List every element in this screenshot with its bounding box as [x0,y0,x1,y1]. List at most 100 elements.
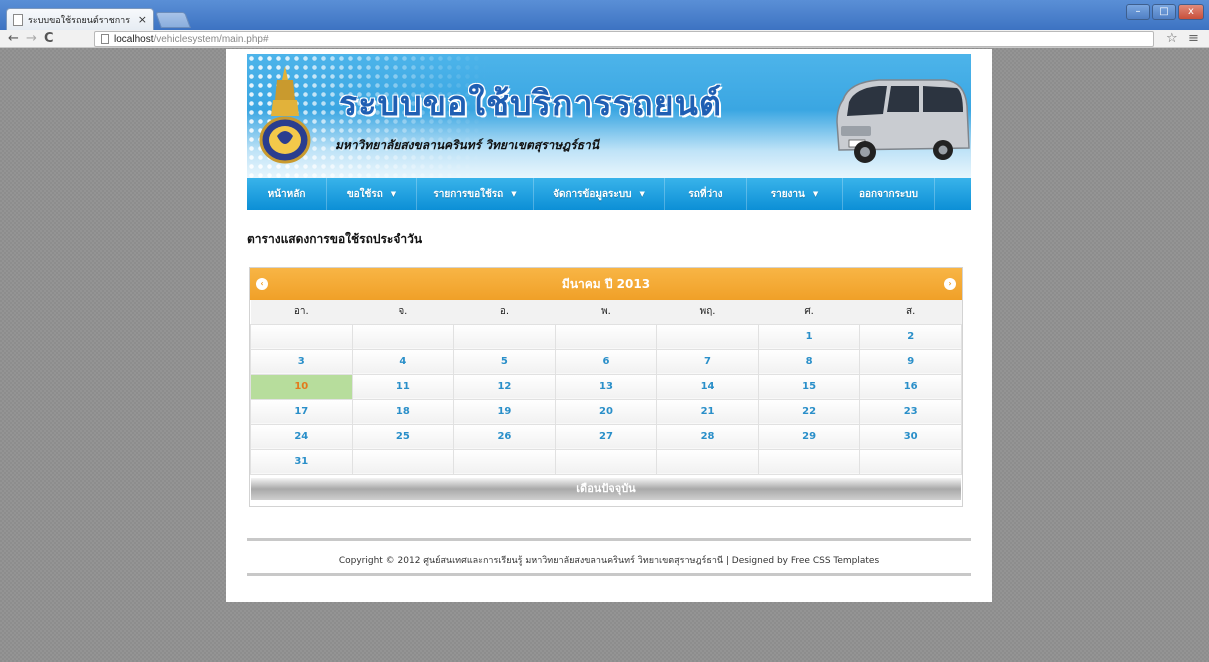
tab-title: ระบบขอใช้รถยนต์ราชการ มหา [28,14,133,25]
menu-reports[interactable]: รายงาน ▼ [747,178,843,210]
calendar-empty-cell [554,448,658,475]
footer-copyright: Copyright © 2012 ศูนย์สนเทศและการเรียนรู… [338,556,880,566]
calendar-day[interactable]: 14 [656,373,759,400]
banner-subtitle: มหาวิทยาลัยสงขลานครินทร์ วิทยาเขตสุราษฎร… [335,138,599,152]
url-host: localhost [114,33,154,45]
main-menu: หน้าหลัก ขอใช้รถ ▼ รายการขอใช้รถ ▼ จัดกา… [247,178,971,210]
calendar-day[interactable]: 22 [757,398,861,425]
calendar-empty-cell [757,448,861,475]
calendar-week-row: 3456789 [250,348,962,375]
section-title: ตารางแสดงการขอใช้รถประจำวัน [247,232,423,246]
calendar-day[interactable]: 31 [250,448,353,475]
window-close-button[interactable]: x [1178,4,1204,20]
calendar-day[interactable]: 30 [859,423,962,450]
minimize-button[interactable]: – [1126,4,1150,20]
calendar-day[interactable]: 9 [859,348,962,375]
forward-icon[interactable]: → [26,31,37,47]
weekday-header: ศ. [758,300,860,325]
menu-label: รายงาน [770,188,805,200]
reload-icon[interactable]: C [44,31,54,47]
url-path: /vehiclesystem/main.php# [153,33,269,45]
calendar-day[interactable]: 3 [250,348,353,375]
weekday-header: ส. [859,300,962,325]
calendar-header: ‹ มีนาคม ปี 2013 › [250,268,962,300]
calendar-day[interactable]: 17 [250,398,353,425]
weekday-header: พ. [555,300,657,325]
calendar-day[interactable]: 2 [859,323,962,350]
close-tab-icon[interactable]: × [138,13,147,26]
calendar-week-row: 17 18 19 20 21 22 23 [250,398,962,425]
calendar-empty-cell [554,323,658,350]
page-icon [101,34,109,44]
calendar-day[interactable]: 18 [351,398,455,425]
calendar-week-row: 10 11 12 13 14 15 16 [250,373,962,400]
calendar-empty-cell [859,448,962,475]
calendar-day[interactable]: 8 [757,348,861,375]
calendar-day[interactable]: 19 [453,398,556,425]
caret-down-icon: ▼ [812,190,819,198]
site-banner: ระบบขอใช้บริการรถยนต์ มหาวิทยาลัยสงขลานค… [247,54,971,178]
caret-down-icon: ▼ [390,190,397,198]
menu-request-list[interactable]: รายการขอใช้รถ ▼ [417,178,534,210]
calendar-day[interactable]: 26 [453,423,556,450]
calendar-day[interactable]: 13 [554,373,658,400]
menu-label: จัดการข้อมูลระบบ [553,188,632,200]
weekday-header: พฤ. [656,300,759,325]
van-image [836,79,970,163]
prev-month-icon[interactable]: ‹ [256,278,268,290]
calendar-empty-cell [656,448,759,475]
menu-system-data[interactable]: จัดการข้อมูลระบบ ▼ [534,178,665,210]
next-month-icon[interactable]: › [944,278,956,290]
address-bar[interactable]: localhost/vehiclesystem/main.php# [94,31,1154,47]
banner-title: ระบบขอใช้บริการรถยนต์ [339,84,722,124]
calendar-day[interactable]: 21 [656,398,759,425]
calendar: ‹ มีนาคม ปี 2013 › อา. จ. อ. พ. พฤ. ศ. ส. 1234… [249,267,963,507]
menu-logout[interactable]: ออกจากระบบ [843,178,935,210]
maximize-button[interactable]: □ [1152,4,1176,20]
menu-label: ออกจากระบบ [858,188,919,200]
bookmark-star-icon[interactable]: ☆ [1166,31,1178,47]
menu-request-vehicle[interactable]: ขอใช้รถ ▼ [327,178,417,210]
calendar-day[interactable]: 20 [554,398,658,425]
calendar-empty-cell [453,448,556,475]
menu-label: รถที่ว่าง [688,188,723,200]
browser-menu-icon[interactable]: ≡ [1188,31,1199,47]
caret-down-icon: ▼ [639,190,645,198]
calendar-day[interactable]: 25 [351,423,455,450]
weekday-row: อา. จ. อ. พ. พฤ. ศ. ส. [250,300,962,325]
page-container: ระบบขอใช้บริการรถยนต์ มหาวิทยาลัยสงขลานค… [226,49,992,602]
calendar-day-today[interactable]: 10 [250,373,353,400]
calendar-day[interactable]: 15 [757,373,861,400]
calendar-empty-cell [250,323,353,350]
browser-tab[interactable]: ระบบขอใช้รถยนต์ราชการ มหา × [6,8,154,30]
calendar-week-row: 24 25 26 27 28 29 30 [250,423,962,450]
calendar-day[interactable]: 24 [250,423,353,450]
calendar-day[interactable]: 4 [351,348,455,375]
calendar-day[interactable]: 28 [656,423,759,450]
menu-label: รายการขอใช้รถ [433,188,504,200]
menu-home[interactable]: หน้าหลัก [247,178,327,210]
menu-filler [935,178,971,210]
calendar-month-label: มีนาคม ปี 2013 [561,276,651,291]
calendar-empty-cell [351,448,455,475]
calendar-day[interactable]: 23 [859,398,962,425]
calendar-day[interactable]: 27 [554,423,658,450]
calendar-empty-cell [656,323,759,350]
calendar-day[interactable]: 12 [453,373,556,400]
calendar-day[interactable]: 6 [554,348,658,375]
calendar-body: 1 2 3 4 5 6 7 8 9 10 11 12 13 14 15 16 17 18 19 20 21 22 23 24 2… [250,323,962,475]
calendar-day[interactable]: 11 [351,373,455,400]
calendar-day[interactable]: 16 [859,373,962,400]
calendar-day[interactable]: 1 [757,323,861,350]
caret-down-icon: ▼ [511,190,517,198]
calendar-day[interactable]: 29 [757,423,861,450]
back-icon[interactable]: ← [8,31,19,47]
url-text: localhost/vehiclesystem/main.php# [114,34,269,45]
menu-label: หน้าหลัก [267,188,306,200]
current-month-button[interactable]: เดือนปัจจุบัน [251,477,961,500]
new-tab-button[interactable] [155,12,191,28]
calendar-day[interactable]: 5 [453,348,556,375]
calendar-day[interactable]: 7 [656,348,759,375]
calendar-week-row: 12 [250,323,962,350]
menu-available-vehicles[interactable]: รถที่ว่าง [665,178,747,210]
